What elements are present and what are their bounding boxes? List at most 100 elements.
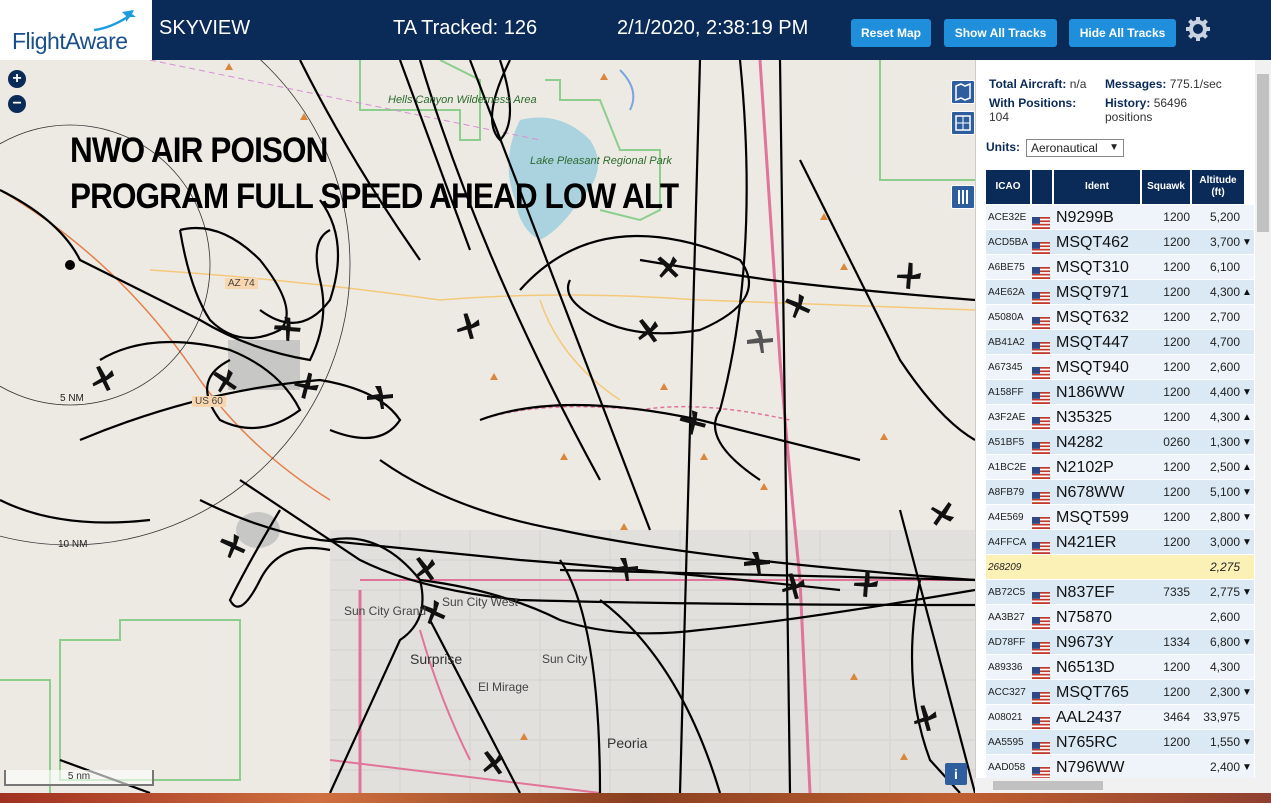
panel-horizontal-scrollbar-thumb[interactable]	[993, 781, 1103, 790]
us-flag-icon	[1032, 687, 1052, 704]
us-flag-icon	[1032, 212, 1052, 229]
us-flag-icon	[1032, 437, 1052, 454]
altitude-cell: 2,500	[1209, 460, 1240, 474]
table-row[interactable]: A51BF5 N4282 0260 1,300 ▼	[986, 430, 1254, 455]
table-row[interactable]: ACC327 MSQT765 1200 2,300 ▼	[986, 680, 1254, 705]
hide-all-tracks-button[interactable]: Hide All Tracks	[1069, 19, 1176, 47]
table-row[interactable]: A4E569 MSQT599 1200 2,800 ▼	[986, 505, 1254, 530]
table-row[interactable]: AA3B27 N75870 2,600	[986, 605, 1254, 630]
table-row[interactable]: A4FFCA N421ER 1200 3,000 ▼	[986, 530, 1254, 555]
table-row[interactable]: A08021 AAL2437 3464 33,975	[986, 705, 1254, 730]
ident-cell: MSQT940	[1056, 359, 1129, 376]
icao-cell: AD78FF	[988, 637, 1026, 648]
zoom-out-button[interactable]: −	[8, 95, 26, 113]
ident-cell: MSQT462	[1056, 234, 1129, 251]
info-button[interactable]: i	[945, 763, 967, 785]
squawk-cell: 3464	[1163, 710, 1190, 724]
altitude-cell: 2,775	[1209, 585, 1240, 599]
squawk-cell: 1200	[1163, 410, 1190, 424]
altitude-cell: 5,200	[1209, 210, 1240, 224]
column-header-squawk[interactable]: Squawk	[1142, 170, 1190, 204]
squawk-cell: 7335	[1163, 585, 1190, 599]
squawk-cell: 1200	[1163, 335, 1190, 349]
panel-horizontal-scrollbar[interactable]	[975, 778, 1255, 793]
ident-cell: AAL2437	[1056, 709, 1122, 726]
us-flag-icon	[1032, 637, 1052, 654]
ident-cell: N4282	[1056, 434, 1104, 451]
altitude-trend-icon: ▼	[1242, 537, 1252, 548]
altitude-cell: 2,300	[1209, 685, 1240, 699]
aircraft-panel: Total Aircraft: n/a Messages: 775.1/sec …	[975, 60, 1271, 793]
ident-cell: N186WW	[1056, 384, 1125, 401]
ident-cell: N837EF	[1056, 584, 1115, 601]
squawk-cell: 1200	[1163, 310, 1190, 324]
squawk-cell: 1200	[1163, 660, 1190, 674]
icao-cell: A158FF	[988, 387, 1024, 398]
table-row[interactable]: AAD058 N796WW 2,400 ▼	[986, 755, 1254, 780]
grid-icon[interactable]	[951, 111, 975, 135]
map-view[interactable]: + − NWO AIR POISON PROGRAM FULL SPEED AH…	[0, 60, 975, 793]
table-row[interactable]: AD78FF N9673Y 1334 6,800 ▼	[986, 630, 1254, 655]
gear-icon[interactable]	[1185, 16, 1211, 42]
table-row[interactable]: A158FF N186WW 1200 4,400 ▼	[986, 380, 1254, 405]
table-row[interactable]: A4E62A MSQT971 1200 4,300 ▲	[986, 280, 1254, 305]
table-row[interactable]: 268209 2,275	[986, 555, 1254, 580]
reset-map-button[interactable]: Reset Map	[851, 19, 931, 47]
zoom-in-button[interactable]: +	[8, 70, 26, 88]
panel-scrollbar-thumb[interactable]	[1257, 74, 1269, 232]
squawk-cell: 0260	[1163, 435, 1190, 449]
table-row[interactable]: A8FB79 N678WW 1200 5,100 ▼	[986, 480, 1254, 505]
altitude-cell: 3,000	[1209, 535, 1240, 549]
table-row[interactable]: AB72C5 N837EF 7335 2,775 ▼	[986, 580, 1254, 605]
panel-scrollbar[interactable]	[1255, 60, 1271, 793]
ident-cell: N75870	[1056, 609, 1113, 626]
altitude-cell: 2,275	[1209, 560, 1240, 574]
place-sun-city-west: Sun City West	[442, 595, 518, 609]
us-flag-icon	[1032, 312, 1052, 329]
table-row[interactable]: A6BE75 MSQT310 1200 6,100	[986, 255, 1254, 280]
column-header-ident[interactable]: Ident	[1054, 170, 1140, 204]
altitude-trend-icon: ▼	[1242, 387, 1252, 398]
overlay-line-1: NWO AIR POISON	[70, 131, 328, 170]
column-header-icao[interactable]: ICAO	[986, 170, 1030, 204]
altitude-trend-icon: ▼	[1242, 237, 1252, 248]
ident-cell: MSQT765	[1056, 684, 1129, 701]
us-flag-icon	[1032, 362, 1052, 379]
altitude-trend-icon: ▼	[1242, 487, 1252, 498]
place-lake-pleasant: Lake Pleasant Regional Park	[530, 155, 672, 167]
column-header-altitude[interactable]: Altitude (ft)	[1192, 170, 1244, 204]
table-row[interactable]: AA5595 N765RC 1200 1,550 ▼	[986, 730, 1254, 755]
squawk-cell: 1200	[1163, 360, 1190, 374]
range-ring-10nm-label: 10 NM	[58, 539, 88, 550]
columns-icon[interactable]	[951, 185, 975, 209]
table-row[interactable]: A89336 N6513D 1200 4,300	[986, 655, 1254, 680]
history-label: History:	[1105, 96, 1151, 110]
map-layer-icon[interactable]	[951, 80, 975, 104]
table-row[interactable]: A5080A MSQT632 1200 2,700	[986, 305, 1254, 330]
ident-cell: N765RC	[1056, 734, 1118, 751]
icao-cell: A1BC2E	[988, 462, 1027, 473]
table-row[interactable]: ACE32E N9299B 1200 5,200	[986, 205, 1254, 230]
table-row[interactable]: A67345 MSQT940 1200 2,600	[986, 355, 1254, 380]
table-row[interactable]: AB41A2 MSQT447 1200 4,700	[986, 330, 1254, 355]
units-select[interactable]: Aeronautical ▼	[1026, 139, 1124, 157]
altitude-cell: 2,600	[1209, 610, 1240, 624]
altitude-cell: 4,700	[1209, 335, 1240, 349]
route-az74: AZ 74	[225, 278, 258, 289]
us-flag-icon	[1032, 612, 1052, 629]
flightaware-logo[interactable]: FlightAware	[0, 0, 152, 60]
messages-stat: Messages: 775.1/sec	[1105, 77, 1222, 91]
icao-cell: AB72C5	[988, 587, 1026, 598]
show-all-tracks-button[interactable]: Show All Tracks	[944, 19, 1057, 47]
altitude-cell: 2,800	[1209, 510, 1240, 524]
altitude-cell: 1,550	[1209, 735, 1240, 749]
icao-cell: A4E62A	[988, 287, 1025, 298]
table-row[interactable]: A1BC2E N2102P 1200 2,500 ▲	[986, 455, 1254, 480]
table-row[interactable]: A3F2AE N35325 1200 4,300 ▲	[986, 405, 1254, 430]
table-row[interactable]: ACD5BA MSQT462 1200 3,700 ▼	[986, 230, 1254, 255]
place-sun-city-grand: Sun City Grand	[344, 604, 427, 618]
icao-cell: AA5595	[988, 737, 1024, 748]
squawk-cell: 1200	[1163, 535, 1190, 549]
icao-cell: A89336	[988, 662, 1023, 673]
us-flag-icon	[1032, 762, 1052, 779]
